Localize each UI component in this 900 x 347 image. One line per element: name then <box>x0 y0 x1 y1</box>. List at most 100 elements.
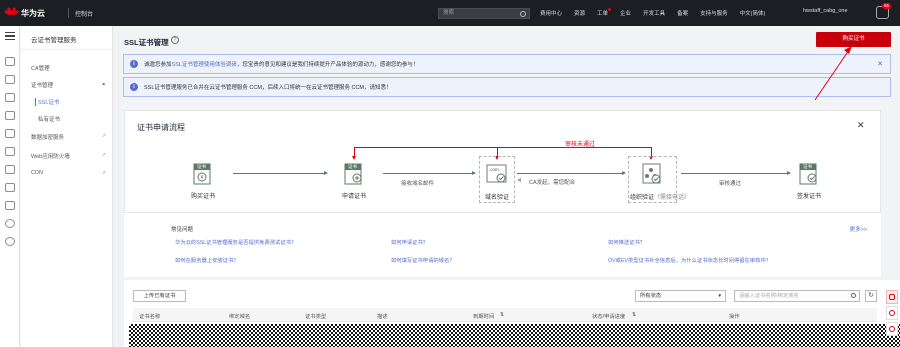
scroll-top-button[interactable] <box>886 322 898 336</box>
faq-more-link[interactable]: 更多>> <box>850 225 867 233</box>
sidebar-item-cert-management[interactable]: 证书管理 <box>31 81 53 89</box>
step-org-verify-note: （需接电话） <box>654 195 691 201</box>
col-bound-domain: 绑定域名 <box>229 314 251 320</box>
sidebar-item-cdn[interactable]: CDN <box>31 170 43 176</box>
sidebar-item-dew[interactable]: 数据加密服务 <box>31 133 64 141</box>
huawei-cloud-logo[interactable]: 华为云 <box>0 7 62 19</box>
topnav-beian[interactable]: 备案 <box>677 9 688 17</box>
col-expire-time[interactable]: 到期时间 <box>473 312 494 320</box>
side-nav-title: 云证书管理服务 <box>21 26 112 50</box>
page-title: SSL证书管理 <box>124 38 169 47</box>
service-list-icon[interactable] <box>5 237 15 246</box>
step-org-verify: 组织验证（需接电话） <box>620 192 700 201</box>
network-icon[interactable] <box>5 93 15 102</box>
support-icon <box>889 310 895 316</box>
global-icon[interactable] <box>5 219 15 228</box>
topnav-tickets[interactable]: 工单 <box>597 8 612 17</box>
merge-notice: i SSL证书管理服务已合并在云证书管理服务 CCM，后续入口将统一在云证书管理… <box>123 77 891 97</box>
sidebar-item-private-cert[interactable]: 私有证书 <box>38 115 60 123</box>
flow-line <box>681 173 788 174</box>
topnav-enterprise[interactable]: 企业 <box>620 9 631 17</box>
huawei-logo-icon <box>3 7 19 19</box>
fail-line-top <box>354 147 651 148</box>
cert-table-area: 上传已有证书 所有状态 ▼ 请输入证书名称/绑定域名 ↻ 证书名称 绑定域名 证… <box>124 280 900 347</box>
deploy-icon[interactable] <box>5 201 15 210</box>
search-icon[interactable] <box>520 10 526 17</box>
monitor-icon[interactable] <box>5 183 15 192</box>
sidebar-item-ssl-cert[interactable]: SSL证书 <box>38 98 59 106</box>
survey-notice: i 诚邀您参加 SSL证书管理使用体验调研 ，您宝贵的意见和建议是我们持续提升产… <box>123 54 891 74</box>
chevron-up-icon[interactable]: ▲ <box>102 81 106 86</box>
help-icon[interactable]: ? <box>171 36 179 44</box>
topnav-resources[interactable]: 资源 <box>574 9 585 17</box>
step-org-verify-label: 组织验证 <box>629 195 654 201</box>
console-link[interactable]: 控制台 <box>75 9 93 18</box>
table-header: 证书名称 绑定域名 证书类型 描述 到期时间 ⇅ 状态/申请进度 ⇅ 操作 <box>133 308 877 322</box>
consult-button[interactable] <box>886 306 898 320</box>
sort-icon[interactable]: ⇅ <box>632 312 636 318</box>
close-icon[interactable]: ✕ <box>877 60 883 68</box>
topnav-language[interactable]: 中文(简体) <box>740 9 766 17</box>
survey-link[interactable]: SSL证书管理使用体验调研 <box>172 60 237 68</box>
flow-line <box>517 173 623 174</box>
faq-link[interactable]: 如何申请证书？ <box>391 238 428 246</box>
arrow-right-icon <box>622 171 626 175</box>
chat-icon <box>889 294 895 300</box>
top-search-input[interactable]: 搜索 <box>438 8 530 19</box>
sidebar-item-waf[interactable]: Web应用防火墙 <box>31 152 70 160</box>
cert-apply-flow: 证书申请流程 ✕ 审核未通过 ¥ 证书 购买证书 证书 申请证书 接收域名邮件 … <box>124 110 881 213</box>
org-verify-icon <box>642 163 661 184</box>
faq-link[interactable]: OV或EV类型证书补全信息后，为什么证书状态长时间停留在审核中？ <box>608 256 771 264</box>
review-fail-label: 审核未通过 <box>565 142 596 148</box>
database-icon[interactable] <box>5 147 15 156</box>
step-issue: 签发证书 <box>796 194 821 200</box>
external-link-icon[interactable]: ⇗ <box>102 152 106 158</box>
icon-text-cert: 证书 <box>803 164 812 169</box>
feedback-button[interactable] <box>886 290 898 304</box>
faq-link[interactable]: 华为云的SSL证书管理服务是否提供免费测试证书？ <box>175 238 296 246</box>
home-icon[interactable] <box>5 57 15 66</box>
chevron-down-icon: ▼ <box>717 293 722 298</box>
status-select[interactable]: 所有状态 ▼ <box>635 290 726 302</box>
faq-link[interactable]: 如何推送证书？ <box>608 238 645 246</box>
recv-email-label: 接收域名邮件 <box>401 181 435 187</box>
arrow-right-icon <box>324 171 328 175</box>
icon-text-cert: 证书 <box>197 164 206 169</box>
storage-icon[interactable] <box>5 129 15 138</box>
cert-search-input[interactable]: 请输入证书名称/绑定域名 <box>734 290 860 302</box>
cloud-service-icon[interactable] <box>5 111 15 120</box>
col-cert-name: 证书名称 <box>139 314 161 320</box>
security-icon[interactable] <box>5 165 15 174</box>
flow-title: 证书申请流程 <box>137 123 185 132</box>
arrow-right-icon <box>787 171 791 175</box>
faq-link[interactable]: 如何在服务器上安装证书？ <box>175 256 239 264</box>
external-link-icon[interactable]: ⇗ <box>102 170 106 176</box>
topnav-support[interactable]: 支持与服务 <box>700 9 728 17</box>
status-select-value: 所有状态 <box>640 293 662 299</box>
step-apply: 申请证书 <box>341 194 366 200</box>
refresh-icon[interactable]: ↻ <box>865 290 877 302</box>
topnav-devtools[interactable]: 开发工具 <box>643 9 665 17</box>
review-pass-label: 审核通过 <box>719 181 742 187</box>
step-buy: 购买证书 <box>190 194 215 200</box>
close-icon[interactable]: ✕ <box>857 120 865 131</box>
upload-cert-button[interactable]: 上传已有证书 <box>133 290 186 302</box>
arrow-down-icon <box>352 156 356 160</box>
redacted-rows <box>129 324 900 347</box>
menu-icon[interactable] <box>5 32 15 40</box>
buy-cert-button[interactable]: 购买证书 <box>816 32 891 47</box>
sidebar-item-ca-management[interactable]: CA管理 <box>31 64 50 72</box>
cert-search-placeholder: 请输入证书名称/绑定域名 <box>739 293 799 299</box>
sort-icon[interactable]: ⇅ <box>500 312 504 318</box>
arrow-right-icon <box>472 171 476 175</box>
compute-icon[interactable] <box>5 75 15 84</box>
top-username[interactable]: hwstaff_cabg_one <box>803 8 848 14</box>
topnav-billing[interactable]: 费用中心 <box>540 9 562 17</box>
active-indicator <box>35 98 36 106</box>
flow-line <box>233 173 325 174</box>
info-icon: i <box>130 60 138 68</box>
faq-link[interactable]: 如何填写证书申请的域名？ <box>391 256 455 264</box>
icon-text-com: .com <box>489 167 499 172</box>
external-link-icon[interactable]: ⇗ <box>102 133 106 139</box>
search-icon[interactable] <box>851 293 856 298</box>
